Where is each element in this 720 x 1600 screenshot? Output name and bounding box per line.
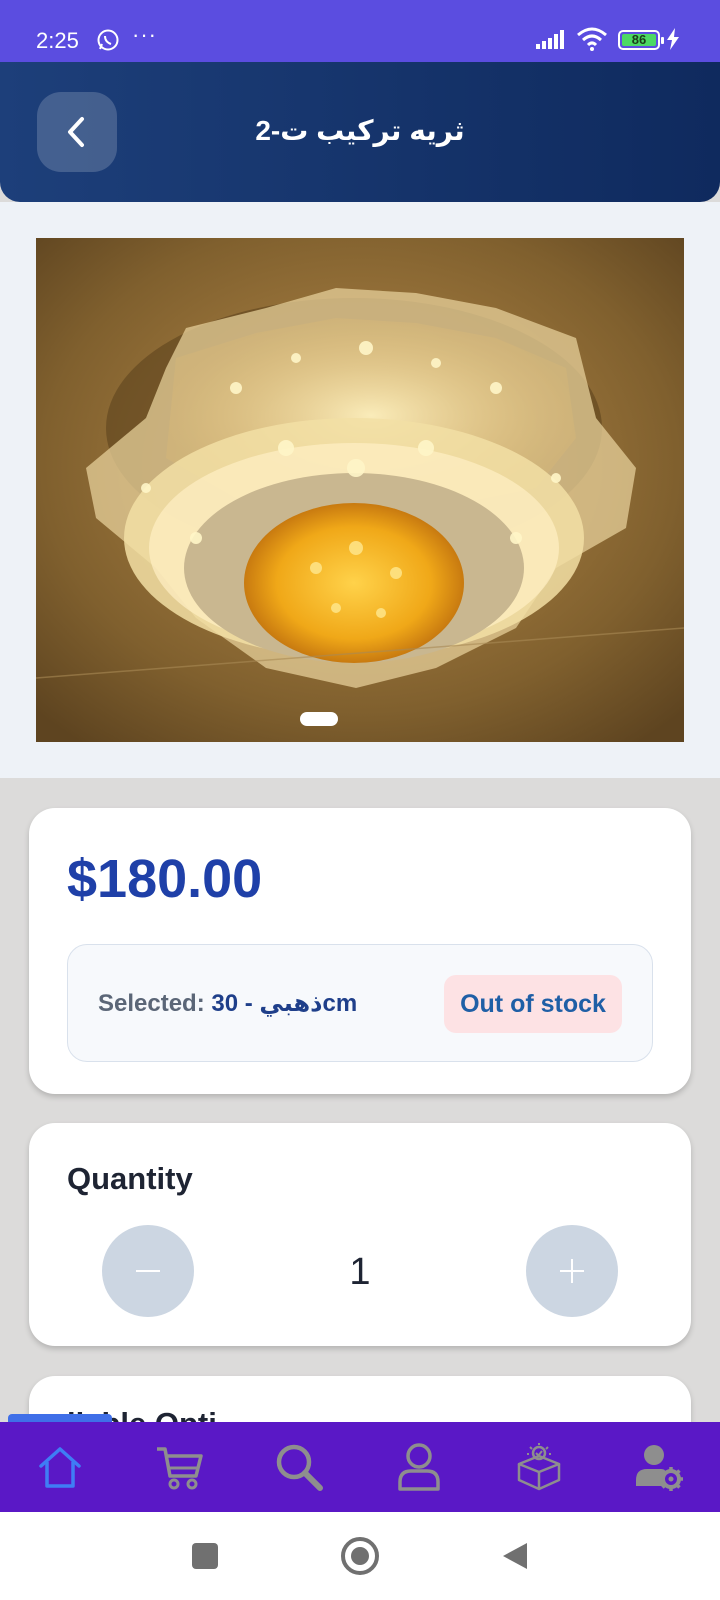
image-gallery: [0, 202, 720, 778]
quantity-title: Quantity: [67, 1161, 193, 1196]
back-system-button[interactable]: [493, 1534, 537, 1578]
price-card: $180.00 Selected: 30 - ذهبيcm Out of sto…: [29, 808, 691, 1094]
wifi-icon: [576, 27, 608, 56]
status-bar: 2:25 ··· 86: [0, 0, 720, 62]
selected-value: 30 - ذهبيcm: [211, 990, 358, 1017]
plus-icon: [560, 1259, 584, 1283]
stock-status-badge: Out of stock: [444, 975, 622, 1033]
system-nav-bar: [0, 1512, 720, 1600]
selected-label: Selected:: [98, 990, 205, 1017]
recents-icon: [192, 1543, 218, 1569]
home-icon: [39, 1447, 81, 1488]
product-price: $180.00: [67, 849, 263, 909]
app-header: ثريه تركيب ت-2: [0, 62, 720, 202]
increase-quantity-button[interactable]: [526, 1225, 618, 1317]
search-icon: [276, 1444, 323, 1491]
user-settings-icon: [636, 1445, 683, 1491]
status-time: 2:25: [36, 28, 79, 53]
charging-icon: [666, 28, 680, 55]
nav-orders[interactable]: [504, 1432, 574, 1502]
bottom-nav: [0, 1422, 720, 1512]
nav-cart[interactable]: [144, 1432, 214, 1502]
whatsapp-icon: [96, 28, 120, 52]
home-circle-icon: [341, 1537, 379, 1575]
home-system-button[interactable]: [338, 1534, 382, 1578]
recents-button[interactable]: [183, 1534, 227, 1578]
selection-summary: Selected: 30 - ذهبيcm Out of stock: [67, 944, 653, 1062]
nav-account-settings[interactable]: [624, 1432, 694, 1502]
cart-icon: [157, 1447, 203, 1490]
user-icon: [398, 1443, 440, 1491]
status-more: ···: [132, 22, 157, 47]
back-triangle-icon: [503, 1543, 527, 1569]
battery-level: 86: [622, 33, 656, 46]
nav-search[interactable]: [264, 1432, 334, 1502]
page-title: ثريه تركيب ت-2: [255, 115, 465, 146]
nav-profile[interactable]: [384, 1432, 454, 1502]
quantity-card: Quantity 1: [29, 1123, 691, 1346]
signal-icon: [536, 28, 568, 55]
nav-home[interactable]: [25, 1432, 95, 1502]
carousel-indicator[interactable]: [300, 712, 338, 726]
selected-variant: Selected: 30 - ذهبيcm: [98, 989, 357, 1018]
chandelier-image[interactable]: [36, 238, 684, 742]
nav-active-indicator: [8, 1414, 112, 1422]
battery-icon: 86: [618, 30, 664, 50]
box-icon: [517, 1443, 561, 1491]
